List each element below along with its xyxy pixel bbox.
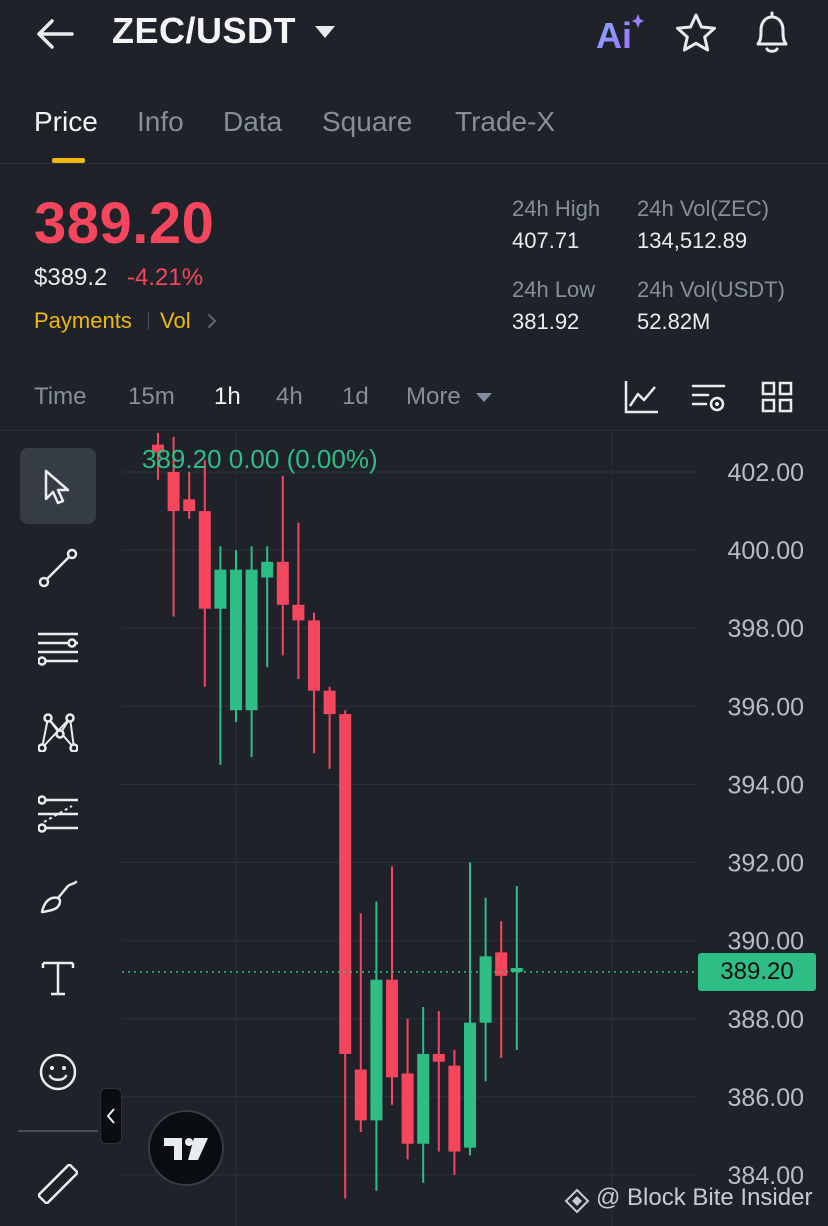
binance-square-icon — [564, 1188, 590, 1214]
tab-data[interactable]: Data — [223, 106, 282, 138]
candlestick-chart[interactable]: 402.00 400.00 398.00 396.00 394.00 392.00 390.… — [0, 430, 828, 1226]
y-axis-tick-label: 402.00 — [728, 459, 804, 487]
fibonacci-icon — [38, 795, 78, 833]
chart-settings-icon[interactable] — [690, 378, 728, 416]
chevron-right-icon[interactable] — [206, 312, 218, 330]
tab-price[interactable]: Price — [34, 106, 98, 138]
candle-body — [370, 979, 383, 1121]
candle-body — [386, 979, 398, 1078]
layout-grid-icon[interactable] — [758, 378, 796, 416]
back-arrow-icon[interactable] — [34, 14, 76, 54]
interval-time[interactable]: Time — [34, 383, 86, 411]
candle-body — [417, 1053, 430, 1144]
text-icon — [41, 961, 75, 996]
watermark-text: @ Block Bite Insider — [596, 1184, 813, 1211]
candle-body — [167, 472, 180, 512]
candle-body — [214, 569, 227, 609]
price-change-percent: -4.21% — [127, 264, 204, 291]
svg-text:Ai: Ai — [596, 15, 632, 56]
tab-info[interactable]: Info — [137, 106, 184, 138]
candle-body — [183, 499, 196, 512]
text-tool[interactable] — [20, 940, 96, 1016]
candle-body — [276, 561, 289, 605]
chevron-left-icon — [106, 1108, 115, 1124]
tab-square[interactable]: Square — [322, 106, 412, 138]
tools-divider — [18, 1130, 98, 1132]
candle-body — [448, 1065, 461, 1152]
candle-body — [432, 1053, 445, 1062]
horizontal-lines-icon — [38, 632, 78, 666]
stat-24h-low-label: 24h Low — [512, 277, 596, 302]
pair-title[interactable]: ZEC/USDT — [112, 10, 296, 52]
tag-payments[interactable]: Payments — [34, 308, 132, 334]
cursor-tool[interactable] — [20, 448, 96, 524]
candle-body — [261, 561, 274, 578]
y-axis-tick-label: 394.00 — [728, 771, 804, 799]
trend-line-icon — [38, 548, 78, 588]
top-bar: ZEC/USDT Ai — [0, 0, 828, 80]
more-dropdown-icon[interactable] — [476, 393, 492, 402]
candle-body — [401, 1073, 414, 1144]
y-axis-tick-label: 392.00 — [728, 850, 804, 878]
ruler-icon — [38, 1164, 78, 1204]
fib-tool[interactable] — [20, 776, 96, 852]
y-axis-tick-label: 398.00 — [728, 615, 804, 643]
tradingview-logo[interactable] — [148, 1110, 224, 1186]
ruler-tool[interactable] — [20, 1146, 96, 1222]
last-price: 389.20 — [34, 191, 215, 256]
tab-trade-x[interactable]: Trade-X — [455, 106, 555, 138]
usd-price: $389.2 — [34, 264, 108, 291]
stat-24h-high-value: 407.71 — [512, 228, 580, 253]
y-axis-tick-label: 388.00 — [728, 1006, 804, 1034]
active-tab-indicator — [52, 158, 85, 163]
y-axis-labels: 402.00 400.00 398.00 396.00 394.00 392.00 390.… — [728, 459, 804, 1190]
brush-tool[interactable] — [20, 858, 96, 934]
candle-body — [464, 1022, 476, 1148]
stat-24h-vol-base-label: 24h Vol(ZEC) — [637, 196, 770, 221]
tag-divider — [148, 312, 149, 330]
candle-body — [323, 690, 336, 715]
pattern-icon — [38, 713, 78, 752]
trend-line-tool[interactable] — [20, 530, 96, 606]
y-axis-tick-label: 396.00 — [728, 693, 804, 721]
stat-24h-low-value: 381.92 — [512, 309, 580, 334]
stat-24h-vol-quote-value: 52.82M — [637, 309, 711, 334]
pair-dropdown-icon[interactable] — [315, 26, 335, 38]
indicator-chart-icon[interactable] — [622, 378, 660, 416]
current-price-badge: 389.20 — [698, 953, 816, 991]
brush-icon — [40, 880, 78, 914]
stat-24h-vol-quote-label: 24h Vol(USDT) — [637, 277, 785, 302]
candle-body — [354, 1069, 367, 1121]
candle-body — [198, 511, 211, 609]
section-tabs: Price Info Data Square Trade-X — [0, 96, 828, 164]
candle-body — [230, 569, 242, 711]
emoji-tool[interactable] — [20, 1034, 96, 1110]
pattern-tool[interactable] — [20, 694, 96, 770]
collapse-tools-button[interactable] — [100, 1088, 122, 1144]
y-axis-tick-label: 390.00 — [728, 928, 804, 956]
candle-body — [479, 956, 492, 1023]
cursor-icon — [44, 469, 70, 505]
interval-4h[interactable]: 4h — [276, 383, 303, 411]
tag-vol[interactable]: Vol — [160, 308, 191, 334]
ohlc-readout: 389.20 0.00 (0.00%) — [142, 444, 378, 474]
candle-body — [292, 604, 305, 621]
interval-1d[interactable]: 1d — [342, 383, 369, 411]
horizontal-lines-tool[interactable] — [20, 612, 96, 688]
notification-bell-icon[interactable] — [750, 10, 794, 56]
y-axis-tick-label: 386.00 — [728, 1084, 804, 1112]
interval-more[interactable]: More — [406, 383, 461, 411]
ai-assistant-icon[interactable]: Ai — [594, 10, 644, 56]
smiley-icon — [39, 1053, 77, 1091]
y-axis-tick-label: 400.00 — [728, 537, 804, 565]
candle-body — [245, 569, 258, 711]
stat-24h-high-label: 24h High — [512, 196, 601, 221]
candle-body — [339, 714, 352, 1054]
tradingview-logo-icon — [164, 1138, 208, 1160]
favorite-star-icon[interactable] — [674, 12, 718, 54]
interval-1h[interactable]: 1h — [214, 383, 241, 411]
stat-24h-vol-base-value: 134,512.89 — [637, 228, 748, 253]
interval-15m[interactable]: 15m — [128, 383, 175, 411]
candle-body — [308, 620, 320, 691]
